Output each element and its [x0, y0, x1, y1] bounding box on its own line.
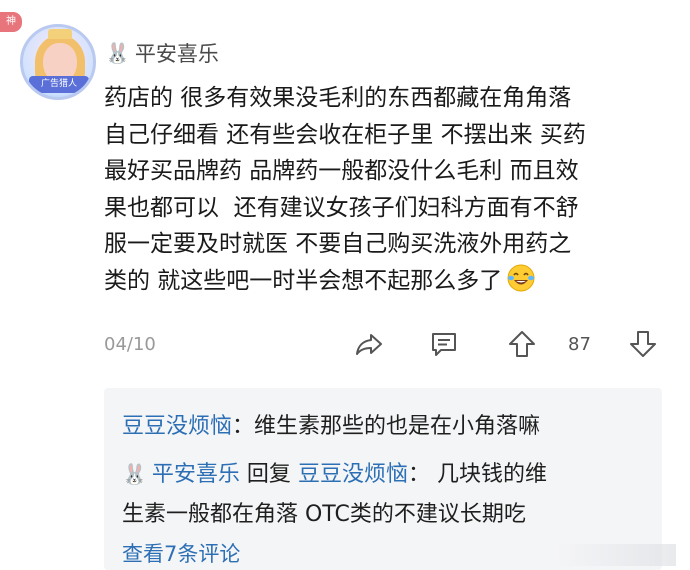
reply-separator: ： [232, 414, 255, 439]
reply-separator: ： [407, 462, 430, 487]
reply-text: 几块钱的维 [436, 462, 547, 487]
god-comment-badge: 神 [0, 12, 22, 32]
reply-item[interactable]: 豆豆没烦恼：维生素那些的也是在小角落嘛 [122, 408, 540, 440]
view-more-comments-link[interactable]: 查看7条评论 [122, 538, 240, 568]
comment-icon [432, 333, 456, 356]
avatar[interactable]: 广告猎人 [20, 24, 96, 100]
comment-text: 药店的 很多有效果没毛利的东西都藏在角角落 自己仔细看 还有些会收在柜子里 不摆… [104, 80, 679, 299]
rabbit-icon: 🐰 [105, 41, 130, 65]
reply-item[interactable]: 🐰 平安喜乐 回复 豆豆没烦恼： 几块钱的维 [122, 456, 547, 488]
reply-button[interactable] [427, 327, 461, 361]
upvote-button[interactable] [505, 327, 539, 361]
upvote-icon [509, 331, 535, 357]
share-button[interactable] [352, 327, 386, 361]
watermark [556, 544, 676, 566]
replies-panel: 豆豆没烦恼：维生素那些的也是在小角落嘛 🐰 平安喜乐 回复 豆豆没烦恼： 几块钱的… [104, 388, 662, 570]
comment-date: 04/10 [104, 334, 156, 355]
reply-to-user[interactable]: 豆豆没烦恼 [298, 462, 408, 487]
avatar-badge-ribbon: 广告猎人 [29, 76, 89, 93]
author-row[interactable]: 🐰 平安喜乐 [105, 38, 219, 68]
upvote-count: 87 [568, 334, 591, 355]
reply-word: 回复 [246, 462, 291, 487]
downvote-button[interactable] [626, 327, 660, 361]
rabbit-icon: 🐰 [122, 462, 147, 486]
author-name[interactable]: 平安喜乐 [135, 38, 219, 68]
reply-text-continued: 生素一般都在角落 OTC类的不建议长期吃 [122, 502, 526, 527]
downvote-icon [630, 331, 656, 357]
avatar-crown [48, 29, 72, 39]
reply-text: 维生素那些的也是在小角落嘛 [254, 414, 541, 439]
reply-author[interactable]: 平安喜乐 [152, 462, 240, 487]
laughing-tears-emoji-icon [507, 264, 535, 291]
reply-author[interactable]: 豆豆没烦恼 [122, 414, 232, 439]
share-icon [356, 334, 382, 355]
